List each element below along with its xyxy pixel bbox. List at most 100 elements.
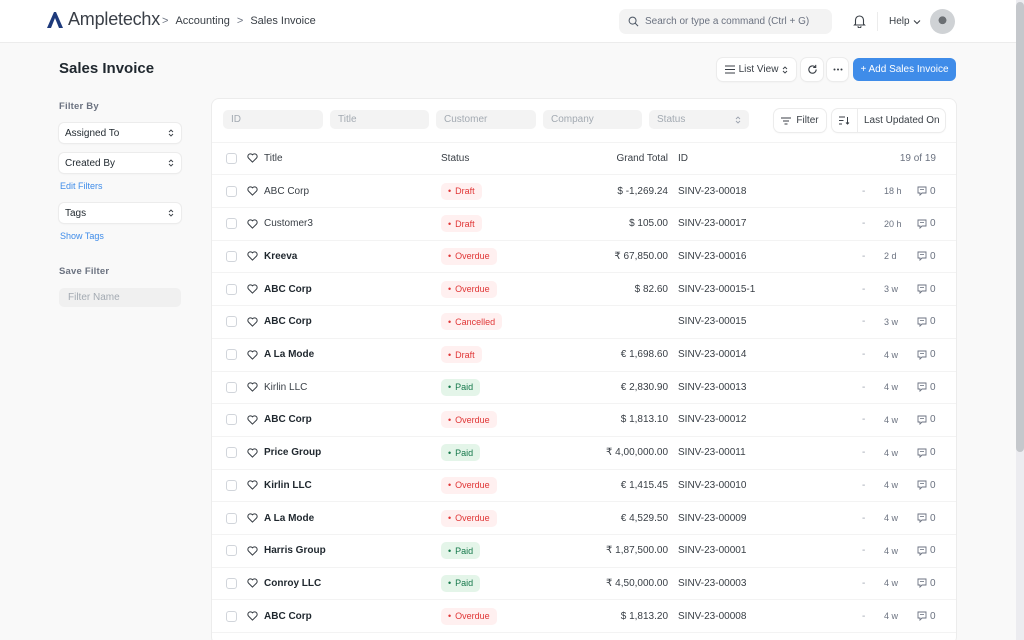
list-row[interactable]: Customer3 • Draft $ 105.00 SINV-23-00017 …	[212, 208, 956, 241]
row-checkbox[interactable]	[226, 577, 237, 589]
bell-icon[interactable]	[853, 14, 866, 28]
row-comments[interactable]: 0	[917, 251, 936, 262]
customer-filter-input[interactable]: Customer	[436, 110, 536, 129]
reload-button[interactable]	[801, 58, 823, 81]
list-row[interactable]: ABC Corp • Overdue $ 82.60 SINV-23-00015-…	[212, 273, 956, 307]
row-comments[interactable]: 0	[917, 284, 936, 295]
row-comments[interactable]: 0	[917, 414, 936, 425]
row-checkbox[interactable]	[226, 447, 237, 459]
heart-icon[interactable]	[247, 382, 258, 392]
row-title[interactable]: ABC Corp	[264, 316, 312, 327]
row-title[interactable]: Price Group	[264, 447, 321, 458]
row-comments[interactable]: 0	[917, 578, 936, 589]
tags-select[interactable]: Tags	[59, 203, 181, 223]
id-filter-input[interactable]: ID	[223, 110, 323, 129]
search-input[interactable]: Search or type a command (Ctrl + G)	[619, 9, 832, 34]
row-comments[interactable]: 0	[917, 349, 936, 360]
brand-home-link[interactable]: Ampletechx	[46, 9, 160, 30]
breadcrumb-sales-invoice[interactable]: Sales Invoice	[250, 15, 315, 27]
more-actions-button[interactable]	[827, 58, 848, 81]
list-row[interactable]: ABC Corp • Cancelled SINV-23-00015 - 3 w …	[212, 306, 956, 339]
row-assigned: -	[862, 610, 866, 622]
row-comments[interactable]: 0	[917, 480, 936, 491]
row-title[interactable]: A La Mode	[264, 349, 314, 360]
row-title[interactable]: ABC Corp	[264, 611, 312, 622]
row-title[interactable]: Customer3	[264, 218, 313, 229]
help-dropdown[interactable]: Help	[889, 16, 921, 27]
row-checkbox[interactable]	[226, 218, 237, 230]
row-checkbox[interactable]	[226, 414, 237, 426]
row-title[interactable]: ABC Corp	[264, 284, 312, 295]
filter-button[interactable]: Filter	[774, 109, 826, 132]
heart-icon[interactable]	[247, 480, 258, 491]
breadcrumb-accounting[interactable]: Accounting	[175, 15, 229, 27]
list-row[interactable]: Kirlin LLC • Paid € 2,830.90 SINV-23-0001…	[212, 371, 956, 405]
list-row[interactable]: ABC Corp • Overdue $ 1,813.10 SINV-23-000…	[212, 404, 956, 437]
row-checkbox[interactable]	[226, 545, 237, 557]
row-checkbox[interactable]	[226, 316, 237, 328]
heart-icon[interactable]	[247, 611, 258, 621]
row-comments[interactable]: 0	[917, 382, 936, 393]
list-row[interactable]: A La Mode • Overdue € 4,529.50 SINV-23-00…	[212, 502, 956, 535]
row-checkbox[interactable]	[226, 349, 237, 360]
list-row[interactable]: A La Mode • Draft € 1,698.60 SINV-23-0001…	[212, 339, 956, 372]
row-checkbox[interactable]	[226, 185, 237, 197]
heart-icon[interactable]	[247, 578, 258, 589]
heart-icon[interactable]	[247, 219, 258, 229]
heart-icon[interactable]	[247, 317, 258, 327]
heart-icon[interactable]	[247, 546, 258, 556]
list-row[interactable]: Harris Group • Paid ₹ 1,87,500.00 SINV-23…	[212, 535, 956, 568]
row-comments[interactable]: 0	[917, 513, 936, 524]
row-title[interactable]: Harris Group	[264, 545, 326, 556]
list-row[interactable]: Kirlin LLC • Overdue € 1,415.45 SINV-23-0…	[212, 469, 956, 503]
row-title[interactable]: Kirlin LLC	[264, 382, 307, 393]
heart-icon[interactable]	[247, 415, 258, 425]
user-avatar[interactable]	[930, 9, 955, 34]
select-all-checkbox[interactable]	[226, 152, 237, 164]
row-comments[interactable]: 0	[917, 218, 936, 229]
list-row[interactable]: Conroy LLC • Paid ₹ 4,50,000.00 SINV-23-0…	[212, 567, 956, 601]
row-checkbox[interactable]	[226, 610, 237, 622]
row-checkbox[interactable]	[226, 512, 237, 524]
show-tags-link[interactable]: Show Tags	[60, 231, 104, 241]
list-row[interactable]: Price Group • Paid ₹ 4,00,000.00 SINV-23-…	[212, 437, 956, 470]
heart-icon[interactable]	[247, 447, 258, 458]
title-filter-input[interactable]: Title	[330, 110, 429, 129]
row-comments[interactable]: 0	[917, 447, 936, 458]
created-by-select[interactable]: Created By	[59, 153, 181, 173]
filter-name-input[interactable]: Filter Name	[59, 288, 181, 307]
list-row[interactable]: ABC Corp • Overdue $ 1,813.20 SINV-23-000…	[212, 600, 956, 634]
row-comments[interactable]: 0	[917, 186, 936, 197]
heart-icon[interactable]	[247, 349, 258, 360]
row-comments[interactable]: 0	[917, 611, 936, 622]
sort-field-select[interactable]: Last Updated On	[858, 115, 940, 126]
row-title[interactable]: ABC Corp	[264, 414, 312, 425]
add-sales-invoice-button[interactable]: + Add Sales Invoice	[853, 58, 956, 81]
row-title[interactable]: ABC Corp	[264, 186, 309, 197]
scrollbar-thumb[interactable]	[1016, 2, 1024, 452]
row-title[interactable]: Kreeva	[264, 251, 297, 262]
row-assigned: -	[862, 414, 866, 426]
row-comments[interactable]: 0	[917, 316, 936, 327]
row-checkbox[interactable]	[226, 283, 237, 295]
heart-icon[interactable]	[247, 513, 258, 523]
row-checkbox[interactable]	[226, 250, 237, 262]
row-title[interactable]: Conroy LLC	[264, 578, 321, 589]
status-filter-select[interactable]: Status	[649, 110, 749, 129]
list-row[interactable]: Kreeva • Overdue ₹ 67,850.00 SINV-23-0001…	[212, 240, 956, 274]
row-checkbox[interactable]	[226, 479, 237, 491]
assigned-to-select[interactable]: Assigned To	[59, 123, 181, 143]
list-row[interactable]: ABC Corp • Draft $ -1,269.24 SINV-23-0001…	[212, 175, 956, 208]
list-panel: ID Title Customer Company Status Filter …	[212, 99, 956, 640]
company-filter-input[interactable]: Company	[543, 110, 642, 129]
row-title[interactable]: A La Mode	[264, 513, 314, 524]
edit-filters-link[interactable]: Edit Filters	[60, 181, 103, 191]
heart-icon[interactable]	[247, 186, 258, 196]
heart-icon[interactable]	[247, 284, 258, 294]
row-title[interactable]: Kirlin LLC	[264, 480, 312, 491]
list-view-selector[interactable]: List View	[717, 58, 796, 81]
row-checkbox[interactable]	[226, 381, 237, 393]
sort-direction-button[interactable]	[832, 109, 858, 132]
heart-icon[interactable]	[247, 251, 258, 262]
row-comments[interactable]: 0	[917, 545, 936, 556]
